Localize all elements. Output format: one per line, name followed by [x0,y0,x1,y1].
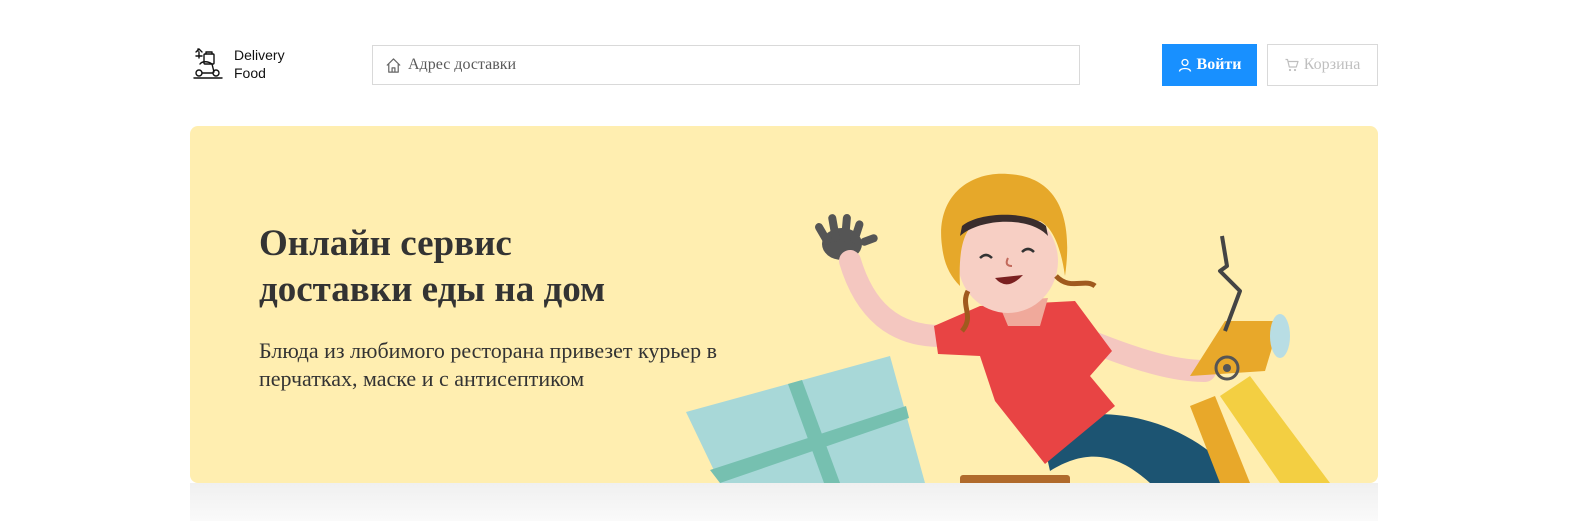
site-header: Delivery Food Войти Корзина [190,44,1378,86]
hero-description: Блюда из любимого ресторана привезет кур… [259,338,718,391]
logo-line-1: Delivery [234,47,285,63]
home-icon [386,57,401,73]
hero-title-line-1: Онлайн сервис [259,223,512,264]
scooter [1190,235,1330,483]
cart-icon [1285,58,1299,72]
logo-text: Delivery Food [234,46,285,82]
login-label: Войти [1196,56,1242,73]
address-search[interactable] [372,45,1080,85]
scooter-seat [960,475,1070,483]
address-input[interactable] [408,56,1079,74]
cart-button[interactable]: Корзина [1267,44,1378,86]
hero-title-line-2: доставки еды на дом [259,269,606,310]
logo-line-2: Food [234,65,266,81]
logo[interactable]: Delivery Food [190,46,285,82]
user-icon [1178,58,1191,72]
login-button[interactable]: Войти [1162,44,1257,86]
content-area-shadow [190,483,1378,521]
courier-logo-icon [193,48,223,79]
promo-banner: Онлайн сервис доставки еды на дом Блюда … [190,126,1378,483]
cart-label: Корзина [1303,56,1361,73]
hero-title: Онлайн сервис доставки еды на дом [259,221,679,313]
